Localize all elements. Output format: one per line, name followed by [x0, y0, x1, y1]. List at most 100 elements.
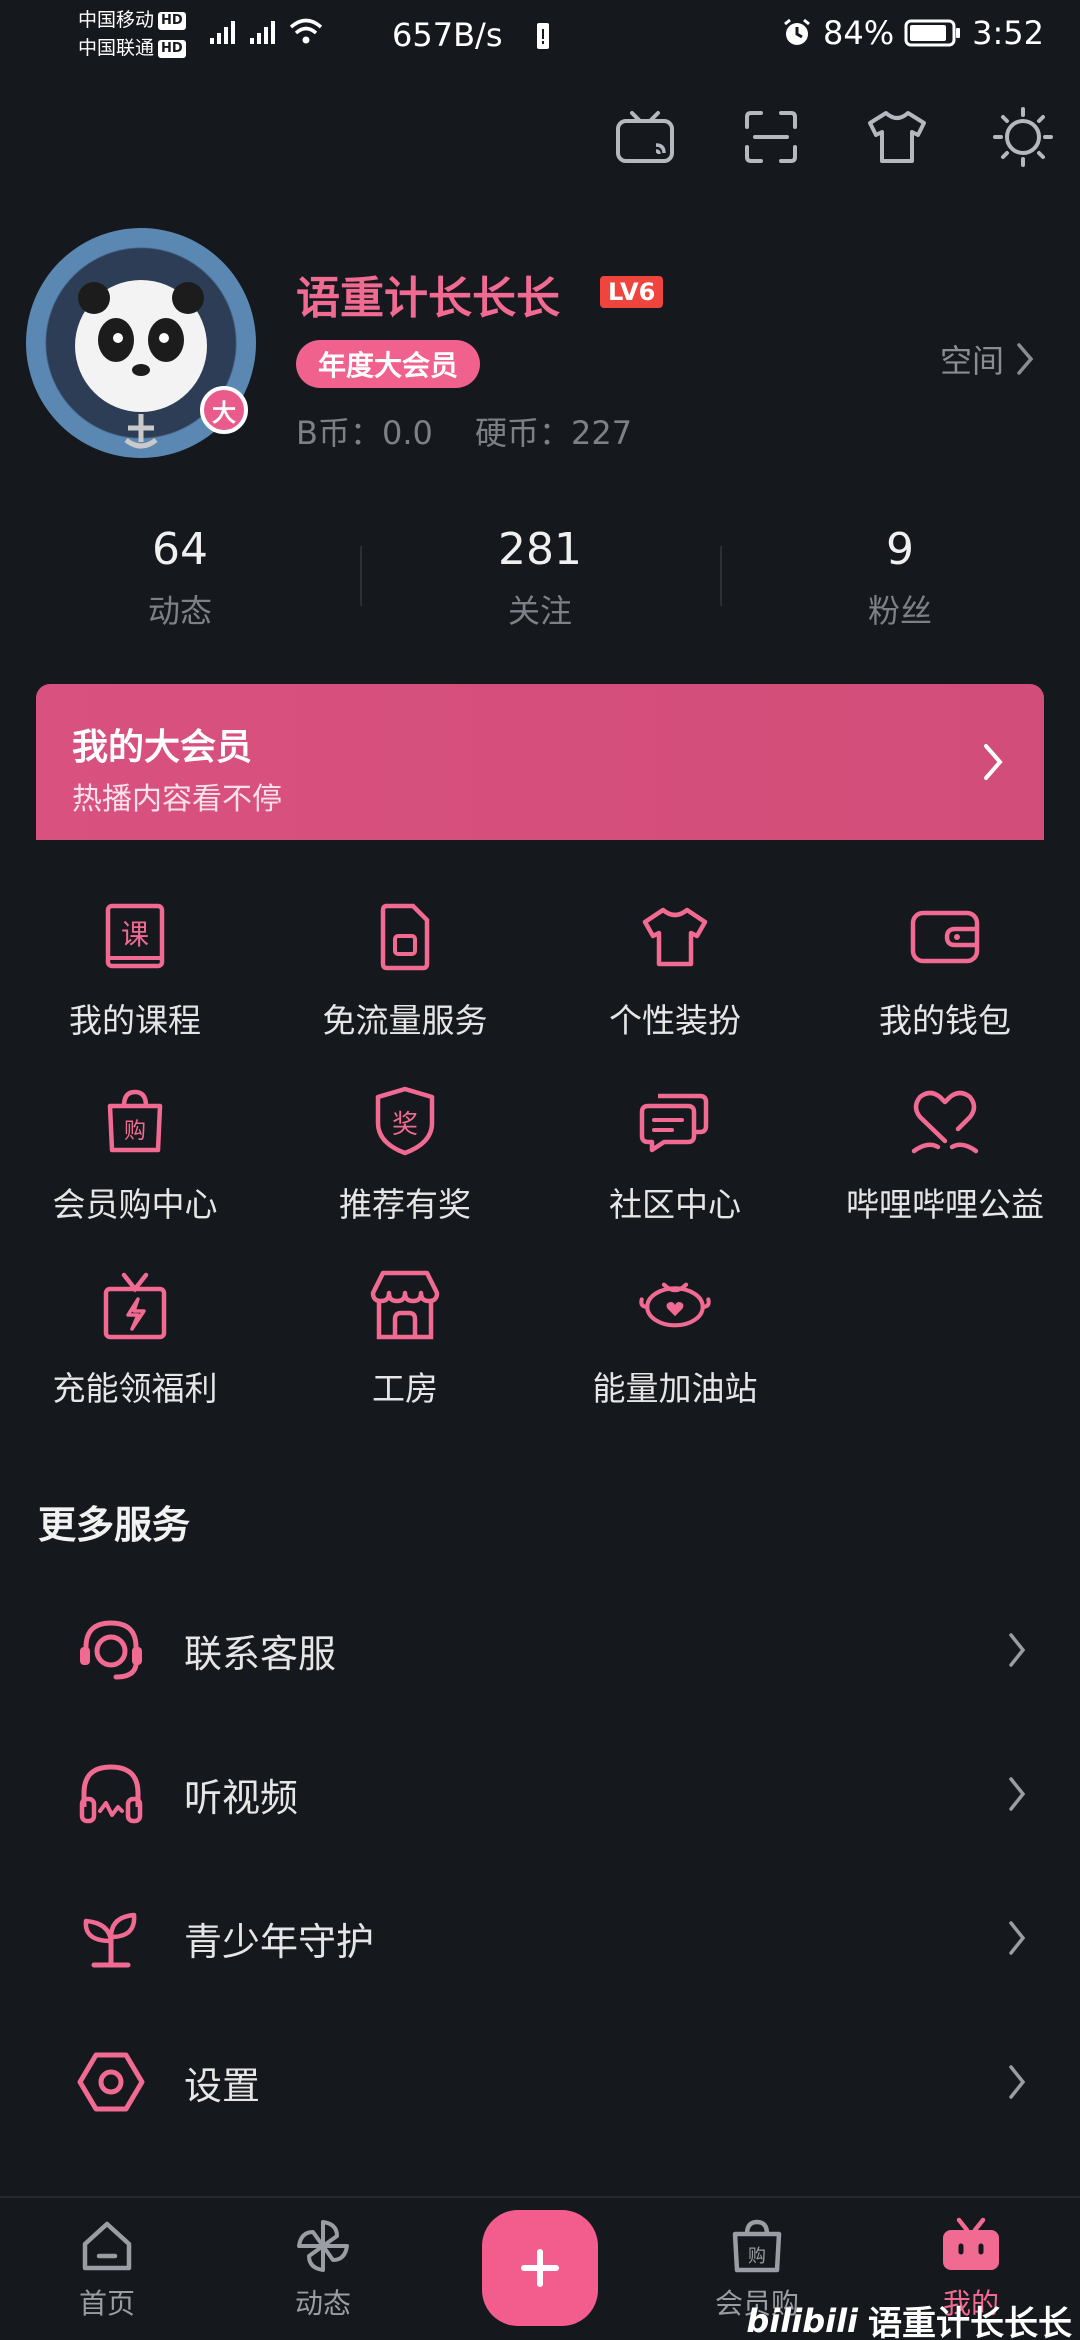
status-right: 84% 3:52 [781, 14, 1044, 52]
grid-item-energy-station[interactable]: 能量加油站 [540, 1268, 810, 1410]
tv-cast-button[interactable] [612, 104, 678, 170]
grid-item-label: 能量加油站 [592, 1369, 758, 1408]
grid-item-free-data[interactable]: 免流量服务 [270, 900, 540, 1042]
wallet-icon [908, 900, 982, 974]
service-item-customer-support[interactable]: 联系客服 [0, 1578, 1080, 1722]
svg-text:购: 购 [124, 1119, 146, 1144]
grid-item-label: 社区中心 [609, 1185, 741, 1224]
grid-item-label: 我的钱包 [879, 1001, 1011, 1040]
hd-badge-2: HD [158, 39, 186, 58]
service-item-settings[interactable]: 设置 [0, 2010, 1080, 2154]
hard-coin: 硬币：227 [475, 414, 633, 452]
chevron-right-icon [1009, 2065, 1026, 2099]
stat-number: 64 [152, 524, 208, 575]
stat-following[interactable]: 281 关注 [360, 520, 720, 632]
status-bar: 中国移动 HD 中国联通 HD 657B/s 84% 3:52 [0, 0, 1080, 80]
grid-item-outfit[interactable]: 个性装扮 [540, 900, 810, 1042]
function-grid: 课 我的课程 免流量服务 个性装扮 我的钱包 购 会员购中心 奖 推荐有奖 社区… [0, 900, 1080, 1410]
vip-banner-subtitle: 热播内容看不停 [72, 782, 282, 817]
grid-item-label: 会员购中心 [52, 1185, 218, 1224]
grid-item-label: 哔哩哔哩公益 [846, 1185, 1044, 1224]
more-services-list: 联系客服 听视频 青少年守护 设置 [0, 1578, 1080, 2154]
service-item-listen-video[interactable]: 听视频 [0, 1722, 1080, 1866]
username[interactable]: 语重计长长长 [296, 262, 560, 326]
shopping-bag-icon: 购 [98, 1084, 172, 1158]
signal-strength-icon [250, 21, 275, 44]
coins-info: B币：0.0 硬币：227 [296, 408, 664, 454]
nav-dynamic[interactable]: 动态 [258, 2216, 388, 2322]
stat-number: 281 [498, 524, 582, 575]
svg-text:奖: 奖 [392, 1110, 418, 1140]
grid-item-community[interactable]: 社区中心 [540, 1084, 810, 1226]
service-label: 联系客服 [184, 1631, 337, 1676]
settings-icon [76, 2047, 146, 2117]
avatar[interactable]: 大 [26, 228, 256, 458]
sim-card-icon [368, 900, 442, 974]
nav-home[interactable]: 首页 [42, 2216, 172, 2322]
home-icon [82, 2221, 132, 2271]
headphones-icon [76, 1759, 146, 1829]
battery-icon [904, 19, 961, 47]
tshirt-icon [638, 900, 712, 974]
stat-label: 粉丝 [867, 592, 932, 630]
theme-button[interactable] [990, 104, 1056, 170]
wifi-icon [289, 18, 323, 44]
heart-icon [908, 1084, 982, 1158]
service-label: 青少年守护 [184, 1919, 375, 1964]
clock: 3:52 [972, 14, 1044, 52]
carrier-info: 中国移动 HD 中国联通 HD [78, 6, 186, 62]
space-link[interactable]: 空间 [940, 336, 1034, 382]
publish-button[interactable] [482, 2210, 598, 2326]
top-actions [612, 104, 1056, 170]
hd-badge-1: HD [158, 11, 186, 30]
plus-icon [521, 2249, 559, 2287]
svg-text:购: 购 [748, 2246, 766, 2267]
service-item-teen-protection[interactable]: 青少年守护 [0, 1866, 1080, 2010]
signal-strength-icon [210, 21, 235, 44]
gift-icon [98, 1268, 172, 1342]
net-speed: 657B/s [392, 16, 503, 54]
stat-followers[interactable]: 9 粉丝 [720, 520, 1080, 632]
grid-item-label: 我的课程 [69, 1001, 201, 1040]
chevron-right-icon [1017, 343, 1034, 375]
vip-banner-title: 我的大会员 [72, 727, 253, 768]
grid-item-workshop[interactable]: 工房 [270, 1268, 540, 1410]
service-label: 听视频 [184, 1775, 299, 1820]
chevron-right-icon [984, 744, 1003, 780]
stat-dynamic[interactable]: 64 动态 [0, 520, 360, 632]
stats-row: 64 动态 281 关注 9 粉丝 [0, 520, 1080, 632]
watermark-user: 语重计长长长 [868, 2304, 1072, 2340]
pinwheel-icon [297, 2220, 349, 2272]
energy-icon [638, 1268, 712, 1342]
scan-button[interactable] [738, 104, 804, 170]
stat-label: 关注 [507, 592, 572, 630]
signal-icons [208, 16, 324, 46]
chevron-right-icon [1009, 1921, 1026, 1955]
tv-icon [943, 2217, 999, 2270]
sprout-icon [76, 1903, 146, 1973]
vip-banner[interactable]: 我的大会员 热播内容看不停 [36, 684, 1044, 840]
grid-item-wallet[interactable]: 我的钱包 [810, 900, 1080, 1042]
headset-icon [76, 1615, 146, 1685]
grid-item-charge-benefits[interactable]: 充能领福利 [0, 1268, 270, 1410]
grid-item-course[interactable]: 课 我的课程 [0, 900, 270, 1042]
chevron-right-icon [1009, 1777, 1026, 1811]
reward-icon: 奖 [368, 1084, 442, 1158]
scan-icon [745, 111, 797, 163]
vip-tag[interactable]: 年度大会员 [296, 340, 481, 388]
grid-item-label: 充能领福利 [52, 1369, 218, 1408]
level-badge: LV6 [600, 276, 664, 308]
chat-icon [638, 1084, 712, 1158]
more-services-title: 更多服务 [38, 1503, 191, 1547]
outfit-button[interactable] [864, 104, 930, 170]
grid-item-referral[interactable]: 奖 推荐有奖 [270, 1084, 540, 1226]
grid-item-mall-center[interactable]: 购 会员购中心 [0, 1084, 270, 1226]
shopping-bag-icon: 购 [732, 2219, 782, 2273]
tv-cast-icon [616, 111, 674, 163]
outfit-icon [868, 111, 926, 163]
nav-label: 首页 [78, 2287, 135, 2320]
grid-item-label: 工房 [372, 1369, 438, 1408]
watermark: bilibili 语重计长长长 [746, 2296, 1072, 2340]
grid-item-charity[interactable]: 哔哩哔哩公益 [810, 1084, 1080, 1226]
carrier-2: 中国联通 [78, 37, 155, 59]
